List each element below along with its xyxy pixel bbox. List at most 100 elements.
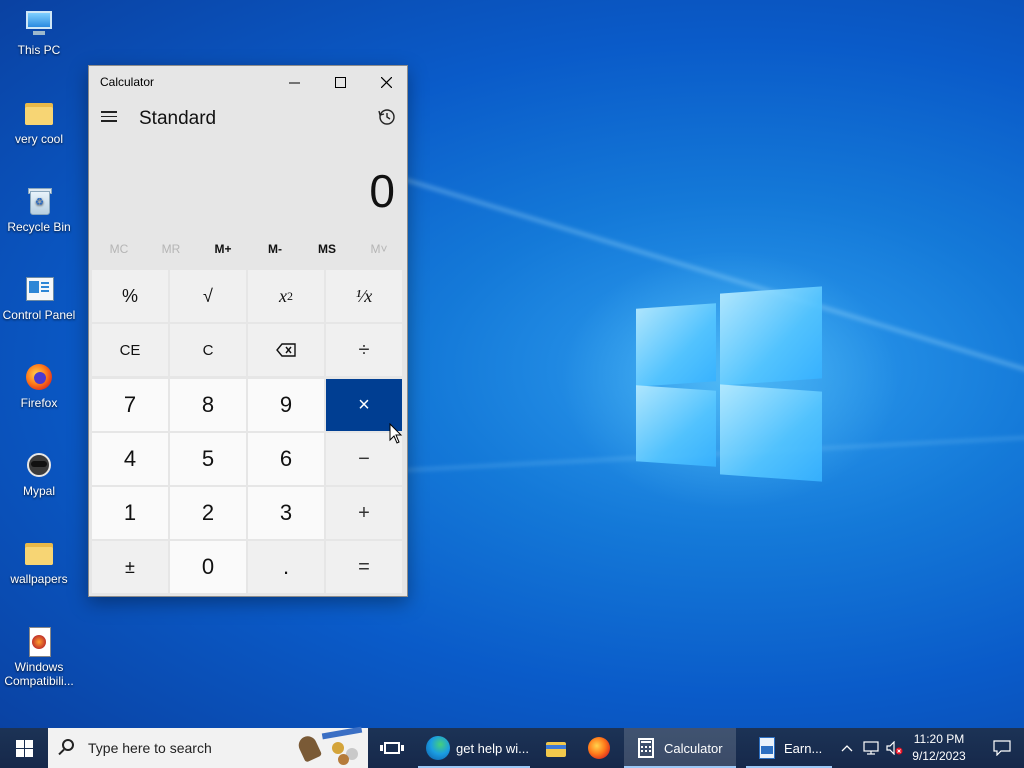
memory-list-button[interactable]: M˅ xyxy=(353,242,405,256)
maximize-button[interactable] xyxy=(317,66,363,98)
close-icon xyxy=(380,76,392,88)
firefox-installer-icon xyxy=(23,625,55,657)
desktop-icon-recycle-bin[interactable]: ♻ Recycle Bin xyxy=(0,185,78,234)
add-button[interactable]: + xyxy=(326,487,402,539)
desktop-icon-control-panel[interactable]: Control Panel xyxy=(0,273,78,322)
start-button[interactable] xyxy=(0,728,48,768)
show-hidden-icons-button[interactable] xyxy=(836,728,858,768)
action-center-button[interactable] xyxy=(980,728,1024,768)
calculator-header: Standard xyxy=(89,98,407,142)
network-tray-button[interactable] xyxy=(860,728,882,768)
taskbar-app-firefox[interactable] xyxy=(582,728,616,768)
desktop-icon-mypal[interactable]: Mypal xyxy=(0,449,78,498)
keypad: % √ x2 ¹⁄x CE C ÷ 7 8 9 × 4 5 6 − 1 2 3 … xyxy=(92,270,406,595)
negate-button[interactable]: ± xyxy=(92,541,168,593)
square-button-base: x xyxy=(279,285,287,306)
desktop-icon-windows-compatibility[interactable]: Windows Compatibili... xyxy=(0,625,78,688)
task-view-button[interactable] xyxy=(378,728,406,768)
task-view-icon xyxy=(380,736,404,760)
calculator-icon xyxy=(634,736,658,760)
desktop-icon-label: Control Panel xyxy=(2,308,76,322)
network-icon xyxy=(863,741,879,755)
mypal-icon xyxy=(23,449,55,481)
taskbar: Type here to search get help wi... Calcu… xyxy=(0,726,1024,768)
equals-button[interactable]: = xyxy=(326,541,402,593)
taskbar-app-label: Earn... xyxy=(784,740,823,756)
desktop-icon-wallpapers[interactable]: wallpapers xyxy=(0,537,78,586)
digit-9-button[interactable]: 9 xyxy=(248,379,324,431)
desktop-icon-label: very cool xyxy=(14,132,64,146)
square-root-button[interactable]: √ xyxy=(170,270,246,322)
desktop-icon-label: This PC xyxy=(17,43,61,57)
taskbar-app-file-explorer[interactable] xyxy=(540,728,572,768)
backspace-icon xyxy=(276,343,296,357)
digit-6-button[interactable]: 6 xyxy=(248,433,324,485)
taskbar-search-box[interactable]: Type here to search xyxy=(48,726,368,768)
search-highlight-image xyxy=(292,726,368,766)
desktop-icon-label: wallpapers xyxy=(10,572,68,586)
clock-date: 9/12/2023 xyxy=(912,749,966,763)
notification-icon xyxy=(993,740,1011,756)
digit-5-button[interactable]: 5 xyxy=(170,433,246,485)
search-icon xyxy=(62,739,74,751)
clear-entry-button[interactable]: CE xyxy=(92,324,168,376)
memory-recall-button[interactable]: MR xyxy=(145,242,197,256)
maximize-icon xyxy=(334,76,346,88)
memory-subtract-button[interactable]: M- xyxy=(249,242,301,256)
windows-start-icon xyxy=(15,739,33,757)
taskbar-app-edge[interactable]: get help wi... xyxy=(418,728,530,768)
desktop-icon-label: Recycle Bin xyxy=(7,220,71,234)
digit-0-button[interactable]: 0 xyxy=(170,541,246,593)
taskbar-app-label: Calculator xyxy=(664,740,723,756)
firefox-icon xyxy=(588,737,610,759)
digit-7-button[interactable]: 7 xyxy=(92,379,168,431)
firefox-icon xyxy=(23,361,55,393)
decimal-button[interactable]: . xyxy=(248,541,324,593)
taskbar-app-calculator[interactable]: Calculator xyxy=(624,728,736,768)
memory-row: MC MR M+ M- MS M˅ xyxy=(93,242,403,264)
taskbar-app-label: get help wi... xyxy=(456,740,529,756)
computer-icon xyxy=(23,8,55,40)
desktop-icon-label: Mypal xyxy=(22,484,55,498)
memory-clear-button[interactable]: MC xyxy=(93,242,145,256)
digit-1-button[interactable]: 1 xyxy=(92,487,168,539)
hamburger-menu-icon[interactable] xyxy=(99,108,119,128)
desktop-icon-label: Firefox xyxy=(20,396,58,410)
desktop-icon-very-cool[interactable]: very cool xyxy=(0,97,78,146)
memory-add-button[interactable]: M+ xyxy=(197,242,249,256)
calculator-window[interactable]: Calculator Standard 0 MC MR M+ M- MS M˅ … xyxy=(88,65,408,597)
close-button[interactable] xyxy=(363,66,409,98)
taskbar-app-wordpad[interactable]: Earn... xyxy=(746,728,832,768)
wordpad-icon xyxy=(754,736,778,760)
digit-3-button[interactable]: 3 xyxy=(248,487,324,539)
recycle-bin-icon: ♻ xyxy=(23,185,55,217)
divide-button[interactable]: ÷ xyxy=(326,324,402,376)
square-button-exponent: 2 xyxy=(287,288,293,303)
title-bar[interactable]: Calculator xyxy=(89,66,407,98)
mouse-cursor-icon xyxy=(389,423,403,444)
percent-button[interactable]: % xyxy=(92,270,168,322)
square-button[interactable]: x2 xyxy=(248,270,324,322)
desktop-icon-label: Windows Compatibili... xyxy=(4,660,74,688)
result-display: 0 xyxy=(369,165,395,217)
digit-4-button[interactable]: 4 xyxy=(92,433,168,485)
user-folder-icon xyxy=(23,97,55,129)
reciprocal-button[interactable]: ¹⁄x xyxy=(326,270,402,322)
digit-8-button[interactable]: 8 xyxy=(170,379,246,431)
edge-icon xyxy=(426,736,450,760)
history-icon[interactable] xyxy=(377,107,397,127)
control-panel-icon xyxy=(23,273,55,305)
desktop-icon-this-pc[interactable]: This PC xyxy=(0,8,78,57)
folder-icon xyxy=(23,537,55,569)
memory-store-button[interactable]: MS xyxy=(301,242,353,256)
taskbar-clock[interactable]: 11:20 PM 9/12/2023 xyxy=(900,731,978,765)
windows-logo-graphic xyxy=(636,286,822,482)
desktop-icon-firefox[interactable]: Firefox xyxy=(0,361,78,410)
minimize-button[interactable] xyxy=(271,66,317,98)
clear-button[interactable]: C xyxy=(170,324,246,376)
calculator-mode-title: Standard xyxy=(139,108,217,129)
clock-time: 11:20 PM xyxy=(913,732,965,746)
minimize-icon xyxy=(288,82,300,83)
backspace-button[interactable] xyxy=(248,324,324,376)
digit-2-button[interactable]: 2 xyxy=(170,487,246,539)
